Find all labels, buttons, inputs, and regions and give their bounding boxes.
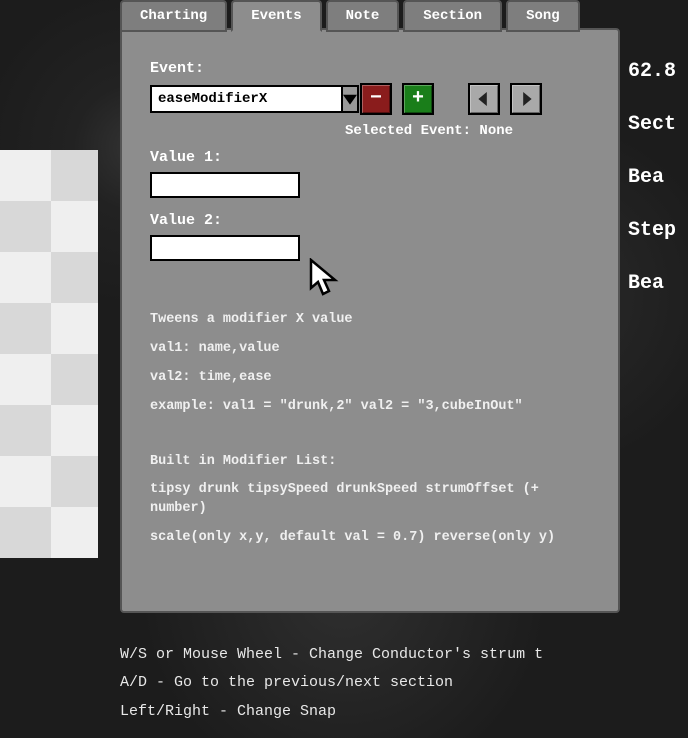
selected-event-status: Selected Event: None	[345, 123, 590, 139]
minus-icon: −	[370, 89, 382, 109]
event-select-value[interactable]	[150, 85, 343, 113]
events-panel: Event: − + Selected Event: None Value 1:…	[120, 28, 620, 613]
event-select[interactable]	[150, 85, 330, 113]
desc-line: Tweens a modifier X value	[150, 311, 590, 330]
help-line: A/D - Go to the previous/next section	[120, 669, 543, 698]
checker-strip	[0, 150, 98, 558]
value2-label: Value 2:	[150, 212, 590, 229]
event-label: Event:	[150, 60, 590, 77]
tab-bar: Charting Events Note Section Song	[120, 0, 580, 32]
event-description: Tweens a modifier X value val1: name,val…	[150, 311, 590, 548]
chevron-left-icon	[477, 92, 491, 106]
help-line: Left/Right - Change Snap	[120, 698, 543, 727]
desc-line: val2: time,ease	[150, 369, 590, 388]
desc-line: Built in Modifier List:	[150, 453, 590, 472]
info-beat: Bea	[628, 166, 688, 189]
plus-icon: +	[412, 89, 424, 109]
info-step: Step	[628, 219, 688, 242]
desc-line: scale(only x,y, default val = 0.7) rever…	[150, 529, 590, 548]
desc-line: val1: name,value	[150, 340, 590, 359]
add-event-button[interactable]: +	[402, 83, 434, 115]
tab-charting[interactable]: Charting	[120, 0, 227, 32]
tab-events[interactable]: Events	[231, 0, 321, 32]
help-line: W/S or Mouse Wheel - Change Conductor's …	[120, 641, 543, 670]
desc-line: tipsy drunk tipsySpeed drunkSpeed strumO…	[150, 481, 590, 519]
tab-section[interactable]: Section	[403, 0, 502, 32]
value2-input[interactable]	[150, 235, 300, 261]
chevron-right-icon	[519, 92, 533, 106]
info-beat2: Bea	[628, 272, 688, 295]
right-info: 62.8 Sect Bea Step Bea	[628, 60, 688, 325]
value1-label: Value 1:	[150, 149, 590, 166]
next-event-button[interactable]	[510, 83, 542, 115]
info-time: 62.8	[628, 60, 688, 83]
value1-input[interactable]	[150, 172, 300, 198]
keyboard-help: W/S or Mouse Wheel - Change Conductor's …	[120, 641, 543, 727]
chevron-down-icon	[343, 92, 357, 106]
tab-song[interactable]: Song	[506, 0, 580, 32]
desc-line: example: val1 = "drunk,2" val2 = "3,cube…	[150, 398, 590, 417]
info-section: Sect	[628, 113, 688, 136]
tab-note[interactable]: Note	[326, 0, 400, 32]
event-select-dropdown-button[interactable]	[343, 85, 359, 113]
prev-event-button[interactable]	[468, 83, 500, 115]
remove-event-button[interactable]: −	[360, 83, 392, 115]
